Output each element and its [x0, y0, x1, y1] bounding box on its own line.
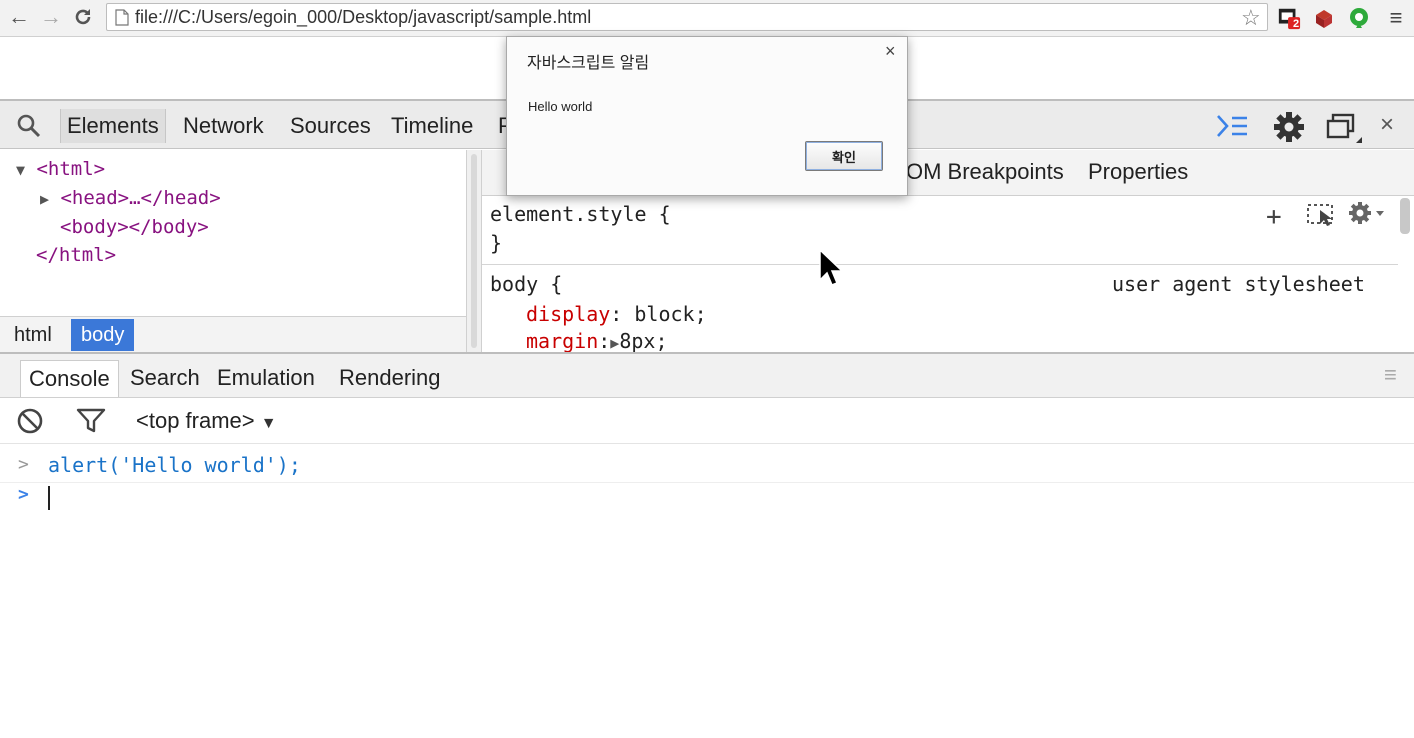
drawer-tabbar: Console Search Emulation Rendering ≡	[0, 352, 1414, 398]
tab-elements[interactable]: Elements	[60, 109, 166, 143]
console-command: alert('Hello world');	[48, 453, 301, 477]
frame-selector[interactable]: <top frame> ▼	[136, 408, 277, 434]
styles-pane: element.style { } + body { user agent st…	[482, 196, 1414, 353]
star-icon[interactable]: ☆	[1241, 5, 1261, 31]
search-icon[interactable]	[16, 113, 42, 144]
tab-sources[interactable]: Sources	[290, 109, 371, 143]
style-prop-display[interactable]: display: block;	[526, 302, 707, 326]
close-devtools-icon[interactable]: ×	[1380, 111, 1394, 139]
breadcrumb-body[interactable]: body	[71, 319, 135, 351]
tab-search[interactable]: Search	[130, 360, 200, 396]
back-arrow-icon[interactable]: ←	[6, 4, 32, 30]
extension-badge-icon[interactable]: 2	[1277, 6, 1301, 30]
tab-properties[interactable]: Properties	[1088, 159, 1188, 185]
drawer-menu-icon[interactable]: ≡	[1384, 362, 1397, 388]
input-prompt: >	[18, 484, 29, 505]
forward-arrow-icon[interactable]: →	[38, 4, 64, 30]
element-style-close: }	[490, 231, 503, 255]
browser-toolbar: ← → file:///C:/Users/egoin_000/Desktop/j…	[0, 0, 1414, 37]
pane-splitter[interactable]	[466, 150, 482, 352]
settings-gear-icon[interactable]	[1272, 110, 1306, 149]
expanded-triangle-icon[interactable]: ▼	[16, 161, 25, 179]
reload-icon[interactable]	[70, 4, 96, 30]
add-rule-icon[interactable]: +	[1266, 202, 1282, 232]
tab-network[interactable]: Network	[183, 109, 264, 143]
tab-emulation[interactable]: Emulation	[217, 360, 315, 396]
filter-icon[interactable]	[76, 408, 106, 439]
clear-console-icon[interactable]	[16, 407, 44, 440]
dialog-title: 자바스크립트 알림	[527, 55, 650, 72]
body-selector[interactable]: body {	[490, 272, 562, 296]
breadcrumb-html[interactable]: html	[4, 319, 62, 351]
style-prop-margin[interactable]: margin:▶8px;	[526, 329, 668, 353]
alert-dialog: 자바스크립트 알림 × Hello world 확인	[506, 36, 908, 196]
tab-timeline[interactable]: Timeline	[391, 109, 473, 143]
url-text: file:///C:/Users/egoin_000/Desktop/javas…	[135, 7, 592, 27]
rule-separator	[482, 264, 1398, 265]
page-icon	[115, 9, 129, 31]
dialog-close-icon[interactable]: ×	[885, 41, 896, 62]
element-state-icon[interactable]	[1306, 202, 1338, 232]
extension-badge-count: 2	[1293, 18, 1300, 30]
collapsed-triangle-icon[interactable]: ▶	[40, 190, 49, 208]
tree-node-html[interactable]: ▼ <html>	[16, 158, 105, 180]
splitter-grip[interactable]	[471, 154, 477, 348]
drawer-toggle-icon[interactable]	[1216, 113, 1250, 144]
tab-rendering[interactable]: Rendering	[339, 360, 441, 396]
dialog-message: Hello world	[528, 99, 593, 114]
dock-icon[interactable]	[1326, 113, 1362, 148]
menu-icon[interactable]: ≡	[1384, 5, 1408, 30]
tree-node-html-close[interactable]: </html>	[36, 244, 116, 266]
tab-console[interactable]: Console	[20, 360, 119, 397]
mouse-cursor-icon	[818, 248, 844, 288]
ok-button[interactable]: 확인	[805, 141, 883, 171]
styles-settings-icon[interactable]	[1348, 200, 1388, 230]
rule-source: user agent stylesheet	[1112, 272, 1365, 296]
styles-scrollbar[interactable]	[1400, 198, 1410, 234]
element-style-selector[interactable]: element.style {	[490, 202, 671, 226]
expand-triangle-icon[interactable]: ▶	[610, 334, 619, 352]
console-output[interactable]: > alert('Hello world'); >	[0, 444, 1414, 738]
console-message: > alert('Hello world');	[0, 452, 1414, 483]
console-toolbar: <top frame> ▼	[0, 398, 1414, 444]
breadcrumb: html body	[0, 316, 466, 352]
address-bar[interactable]: file:///C:/Users/egoin_000/Desktop/javas…	[106, 3, 1268, 31]
history-prompt: >	[18, 454, 29, 475]
extension-evernote-icon[interactable]	[1347, 6, 1371, 30]
console-input-caret[interactable]	[48, 486, 50, 510]
elements-tree: ▼ <html> ▶ <head>…</head> <body></body> …	[0, 150, 466, 316]
tree-node-head[interactable]: ▶ <head>…</head>	[40, 187, 221, 209]
extension-box-icon[interactable]	[1312, 6, 1336, 30]
tree-node-body[interactable]: <body></body>	[60, 216, 209, 238]
dropdown-arrow-icon[interactable]: ▼	[261, 415, 277, 432]
tab-dom-breakpoints[interactable]: OM Breakpoints	[906, 159, 1064, 185]
